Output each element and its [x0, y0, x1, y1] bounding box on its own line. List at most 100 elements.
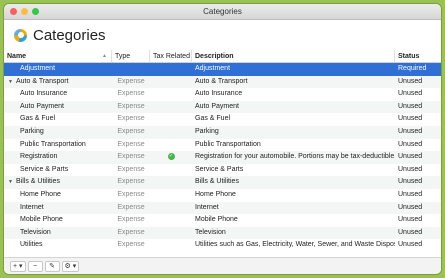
cell-type: Expense: [117, 203, 145, 211]
column-header-tax[interactable]: Tax Related: [150, 50, 192, 62]
cell-tax-related: [150, 202, 192, 215]
category-name: Internet: [20, 203, 44, 211]
cell-type: Expense: [117, 178, 145, 186]
cell-description: Bills & Utilities: [195, 178, 239, 186]
table-footer-toolbar: + ▾ − ✎ ⚙ ▾: [4, 257, 441, 274]
cell-status: Unused: [398, 115, 423, 123]
table-row[interactable]: Mobile Phone Expense Mobile Phone Unused: [4, 214, 441, 227]
disclosure-triangle-icon[interactable]: ▼: [8, 176, 16, 189]
cell-name: Gas & Fuel: [4, 113, 112, 126]
actions-gear-menu-button[interactable]: ⚙ ▾: [61, 260, 80, 272]
cell-type: Expense: [117, 77, 145, 85]
disclosure-triangle-icon[interactable]: ▼: [8, 76, 16, 89]
cell-type: Expense: [117, 127, 145, 135]
cell-type: [112, 63, 150, 76]
title-bar[interactable]: Categories: [4, 4, 441, 20]
cell-description: Television: [195, 228, 226, 236]
category-name: Adjustment: [20, 65, 56, 72]
cell-description: Registration for your automobile. Portio…: [195, 153, 395, 161]
column-header-description[interactable]: Description: [192, 50, 395, 62]
cell-status: Unused: [398, 190, 423, 198]
cell-name: Registration: [4, 151, 112, 164]
category-group-row[interactable]: ▼ Bills & Utilities Expense Bills & Utiliti…: [4, 176, 441, 189]
table-row[interactable]: Parking Expense Parking Unused: [4, 125, 441, 139]
page-header: Categories: [4, 20, 441, 50]
cell-tax-related: [150, 88, 192, 101]
remove-category-button[interactable]: −: [27, 260, 43, 272]
cell-type: Expense: [117, 90, 145, 98]
column-header-name[interactable]: Name ▲: [4, 50, 112, 62]
category-group-row[interactable]: ▼ Auto & Transport Expense Auto & Transport…: [4, 75, 441, 89]
cell-type: Expense: [117, 153, 145, 161]
table-row[interactable]: Public Transportation Expense Public Trans…: [4, 139, 441, 152]
category-name: Auto Payment: [20, 102, 64, 110]
column-header-status-label: Status: [398, 53, 420, 60]
categories-window: Categories Categories Name ▲ Type Tax Re…: [4, 4, 441, 274]
category-name: Service & Parts: [20, 165, 69, 173]
column-header-description-label: Description: [195, 53, 234, 60]
cell-name: ▼ Auto & Transport: [4, 76, 112, 89]
category-name: Home Phone: [20, 190, 61, 198]
table-row[interactable]: Gas & Fuel Expense Gas & Fuel Unused: [4, 113, 441, 126]
cell-name: ▼ Bills & Utilities: [4, 176, 112, 189]
cell-tax-related: [150, 76, 192, 89]
category-name: Registration: [20, 153, 58, 161]
cell-description: Auto & Transport: [195, 77, 248, 85]
cell-status: Unused: [398, 228, 423, 236]
table-row[interactable]: Service & Parts Expense Service & Parts Unu…: [4, 164, 441, 177]
cell-description: Utilities such as Gas, Electricity, Wate…: [195, 241, 395, 249]
table-row[interactable]: Adjustment Adjustment Required: [4, 63, 441, 76]
edit-category-button[interactable]: ✎: [44, 260, 60, 272]
cell-tax-related: [150, 239, 192, 252]
zoom-window-button[interactable]: [32, 8, 39, 15]
sort-ascending-icon: ▲: [102, 53, 107, 59]
category-name: Auto & Transport: [16, 77, 69, 85]
category-name: Mobile Phone: [20, 216, 63, 224]
column-header-tax-label: Tax Related: [153, 53, 190, 60]
categories-logo-icon: [14, 28, 27, 42]
category-name: Auto Insurance: [20, 90, 68, 98]
column-header-status[interactable]: Status: [395, 50, 441, 62]
minimize-window-button[interactable]: [21, 8, 28, 15]
cell-status: Unused: [398, 127, 423, 135]
table-row[interactable]: Registration Expense ✓ Registration for you…: [4, 151, 441, 164]
cell-description: Home Phone: [195, 190, 236, 198]
cell-type: Expense: [117, 140, 145, 148]
cell-type: Expense: [117, 190, 145, 198]
table-row[interactable]: Auto Insurance Expense Auto Insurance Unuse…: [4, 88, 441, 101]
cell-type: Expense: [117, 216, 145, 224]
cell-tax-related: [150, 101, 192, 114]
cell-tax-related: [150, 63, 192, 76]
cell-name: Service & Parts: [4, 164, 112, 177]
cell-description: Public Transportation: [195, 140, 261, 148]
cell-name: Home Phone: [4, 189, 112, 202]
cell-name: Auto Payment: [4, 101, 112, 114]
cell-tax-related: ✓: [150, 151, 192, 164]
cell-tax-related: [150, 214, 192, 227]
category-name: Bills & Utilities: [16, 178, 60, 186]
cell-description: Gas & Fuel: [195, 115, 231, 123]
close-window-button[interactable]: [10, 8, 17, 15]
add-category-menu-button[interactable]: + ▾: [10, 260, 26, 272]
cell-type: Expense: [117, 165, 145, 173]
cell-tax-related: [150, 139, 192, 152]
category-name: Gas & Fuel: [20, 115, 56, 123]
cell-name: Internet: [4, 202, 112, 215]
cell-status: Unused: [398, 102, 423, 110]
cell-status: Unused: [398, 90, 423, 98]
cell-tax-related: [150, 227, 192, 240]
table-row[interactable]: Internet Expense Internet Unused: [4, 201, 441, 215]
table-row[interactable]: Utilities Expense Utilities such as Gas, E…: [4, 239, 441, 252]
cell-name: Public Transportation: [4, 139, 112, 152]
table-row[interactable]: Auto Payment Expense Auto Payment Unused: [4, 100, 441, 114]
cell-name: Parking: [4, 126, 112, 139]
category-name: Public Transportation: [20, 140, 86, 148]
column-header-type[interactable]: Type: [112, 50, 150, 62]
table-row[interactable]: Home Phone Expense Home Phone Unused: [4, 189, 441, 202]
cell-name: Auto Insurance: [4, 88, 112, 101]
table-row[interactable]: Television Expense Television Unused: [4, 226, 441, 240]
cell-name: Utilities: [4, 239, 112, 252]
table-header: Name ▲ Type Tax Related Description Stat…: [4, 50, 441, 63]
page-title: Categories: [33, 26, 106, 44]
window-title: Categories: [203, 7, 242, 16]
